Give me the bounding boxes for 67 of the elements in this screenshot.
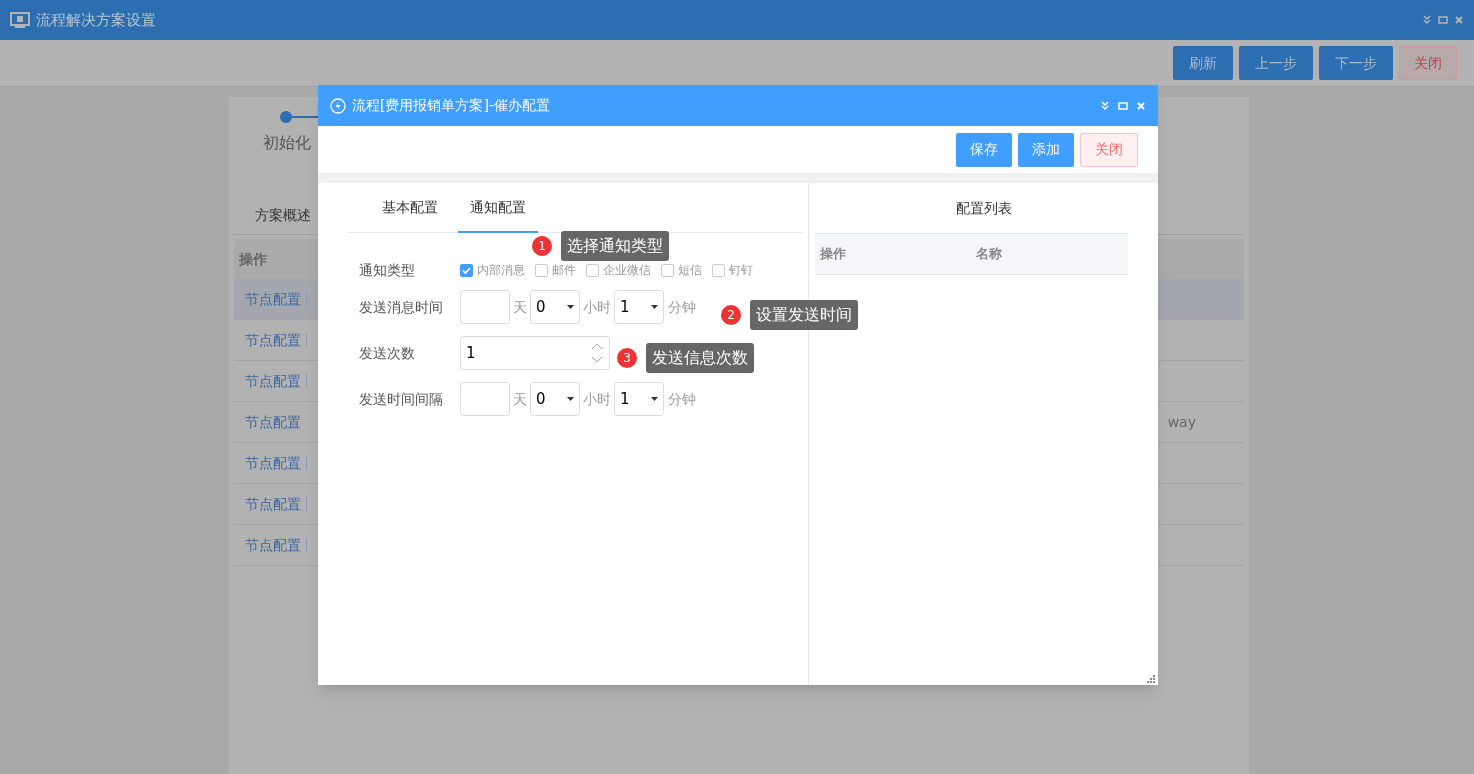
unit-label: 分钟 [668,297,696,317]
dialog-button[interactable]: 添加 [1018,132,1074,167]
toolbar-button[interactable]: 关闭 [1399,46,1457,80]
checkbox-option[interactable]: 邮件 [535,261,576,279]
unit-label: 小时 [583,389,611,409]
resize-grip-icon[interactable] [1146,674,1155,683]
number-input[interactable]: 1 [460,336,610,370]
callout-tooltip: 发送信息次数 [646,343,754,373]
days-input[interactable] [460,382,510,416]
checkbox-option[interactable]: 钉钉 [712,261,753,279]
dropdown[interactable]: 1 [614,290,664,324]
unit-label: 分钟 [668,389,696,409]
checkbox[interactable] [586,263,599,277]
dialog-button[interactable]: 关闭 [1080,132,1138,167]
list-title: 配置列表 [954,198,1013,218]
table-cell-text: way [1167,412,1196,432]
caret-icon [567,305,574,309]
field-label: 通知类型 [359,260,416,280]
lightning-icon [330,97,346,114]
dialog-button[interactable]: 保存 [956,132,1012,167]
node-config-link[interactable]: 节点配置 [245,411,301,433]
node-config-link[interactable]: 节点配置 [245,329,301,351]
toolbar-button[interactable]: 下一步 [1319,46,1393,80]
callout-tooltip: 选择通知类型 [561,231,669,261]
checkbox-option[interactable]: 内部消息 [460,261,525,279]
step-label: 初始化 [263,132,311,154]
unit-label: 天 [513,297,527,317]
page-tab[interactable]: 方案概述 [255,205,311,226]
caret-icon [567,397,574,401]
caret-icon [651,305,658,309]
checkbox-option[interactable]: 短信 [661,261,702,279]
spinner-arrows-icon[interactable] [590,342,604,364]
checkbox[interactable] [460,263,473,277]
checkbox-option[interactable]: 企业微信 [586,261,651,279]
dropdown[interactable]: 0 [530,382,580,416]
days-input[interactable] [460,290,510,324]
monitor-icon [10,11,30,29]
column-header: 操作 [820,245,847,264]
maximize-icon[interactable] [1438,15,1448,25]
toolbar-button[interactable]: 上一步 [1239,46,1313,80]
config-tab[interactable]: 通知配置 [458,183,538,233]
dialog-title: 流程[费用报销单方案]-催办配置 [352,96,550,115]
node-config-link[interactable]: 节点配置 [245,493,301,515]
checkmark-icon [462,265,471,275]
node-config-link[interactable]: 节点配置 [245,452,301,474]
field-label: 发送次数 [359,343,416,363]
checkbox[interactable] [712,263,725,277]
collapse-icon[interactable] [1422,15,1432,25]
close-icon[interactable] [1454,15,1464,25]
field-label: 发送时间间隔 [359,389,444,409]
dropdown[interactable]: 1 [614,382,664,416]
callout-tooltip: 设置发送时间 [750,300,858,330]
dropdown[interactable]: 0 [530,290,580,324]
node-config-link[interactable]: 节点配置 [245,370,301,392]
unit-label: 天 [513,389,527,409]
checkbox[interactable] [535,263,548,277]
config-tab[interactable]: 基本配置 [370,183,450,233]
field-label: 发送消息时间 [359,297,444,317]
column-header: 名称 [976,245,1002,264]
window-title: 流程解决方案设置 [36,9,156,31]
node-config-link[interactable]: 节点配置 [245,288,301,310]
toolbar-button[interactable]: 刷新 [1173,46,1233,80]
node-config-link[interactable]: 节点配置 [245,534,301,556]
caret-icon [651,397,658,401]
column-header: 操作 [239,249,267,269]
checkbox[interactable] [661,263,674,277]
unit-label: 小时 [583,297,611,317]
